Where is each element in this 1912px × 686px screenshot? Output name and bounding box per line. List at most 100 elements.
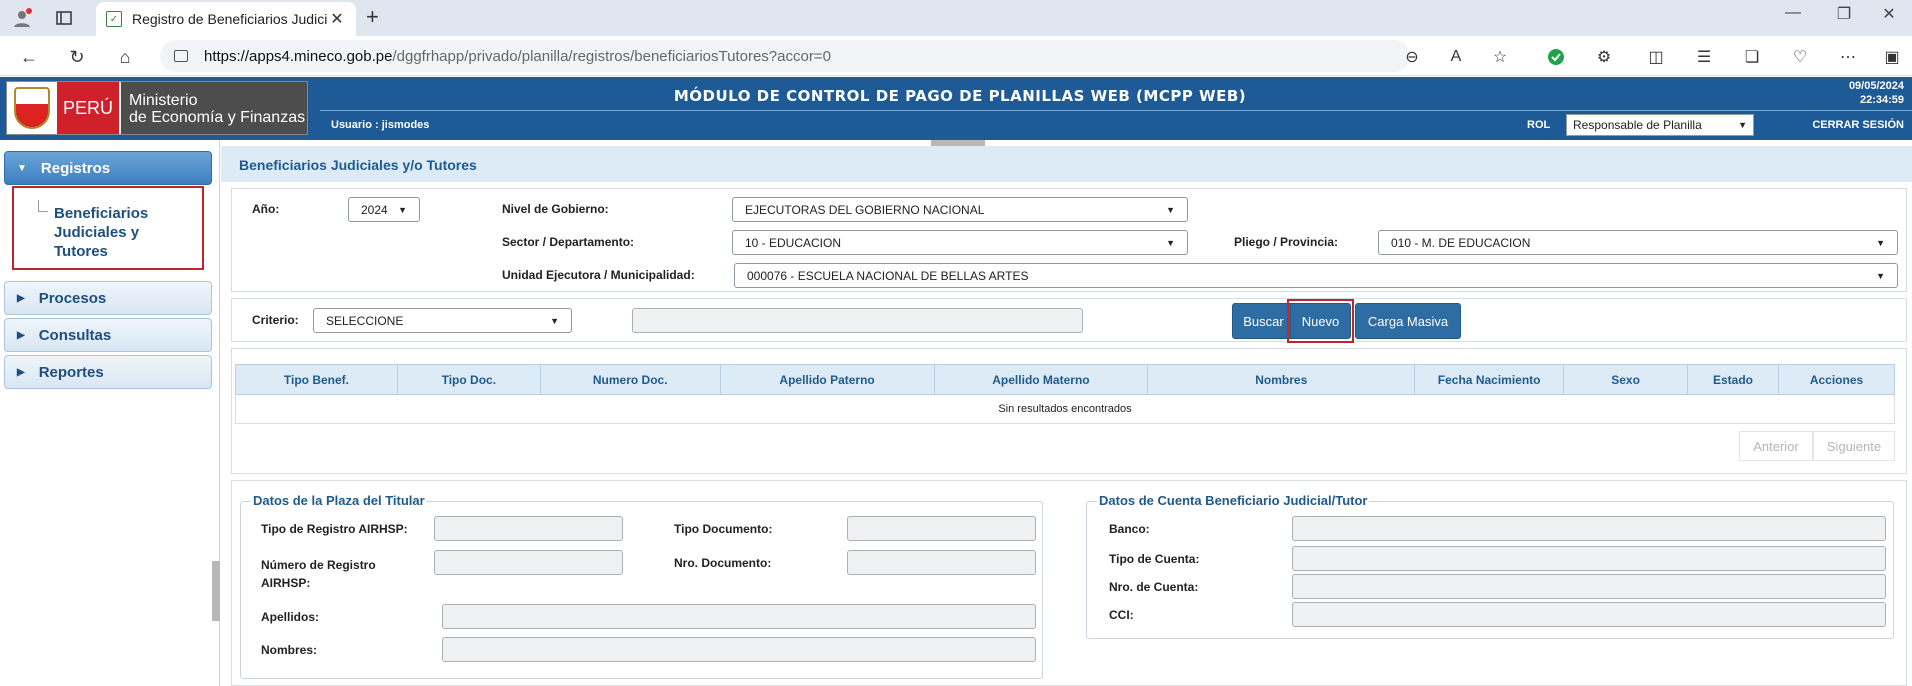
apellidos-input[interactable]	[442, 604, 1036, 629]
banco-input[interactable]	[1292, 516, 1886, 541]
buscar-button[interactable]: Buscar	[1232, 303, 1295, 339]
unidad-label: Unidad Ejecutora / Municipalidad:	[502, 268, 695, 282]
cci-input[interactable]	[1292, 602, 1886, 627]
unidad-value: 000076 - ESCUELA NACIONAL DE BELLAS ARTE…	[747, 268, 1029, 283]
time: 22:34:59	[1859, 94, 1904, 106]
col-tipo-benef[interactable]: Tipo Benef.	[235, 364, 398, 395]
col-estado[interactable]: Estado	[1687, 364, 1779, 395]
nro-documento-label: Nro. Documento:	[674, 556, 772, 570]
pager-prev-button[interactable]: Anterior	[1739, 431, 1813, 461]
favorites-icon[interactable]: ☰	[1692, 45, 1716, 69]
numero-registro-input[interactable]	[434, 550, 623, 575]
criterio-input[interactable]	[632, 308, 1083, 333]
refresh-icon[interactable]: ↻	[64, 44, 90, 70]
col-sexo[interactable]: Sexo	[1563, 364, 1689, 395]
split-screen-icon[interactable]: ◫	[1644, 45, 1668, 69]
search-panel: Criterio: SELECCIONE ▼ Buscar Nuevo Carga…	[231, 298, 1907, 343]
rol-label: ROL	[1527, 119, 1551, 131]
apellidos-label: Apellidos:	[261, 610, 320, 624]
address-bar: ← ↻ ⌂ https://apps4.mineco.gob.pe/dggfrh…	[0, 36, 1912, 76]
rol-select[interactable]: Responsable de Planilla ▼	[1566, 114, 1754, 136]
unidad-select[interactable]: 000076 - ESCUELA NACIONAL DE BELLAS ARTE…	[734, 263, 1898, 288]
app-header: PERÚ Ministerio de Economía y Finanzas M…	[0, 77, 1912, 140]
home-icon[interactable]: ⌂	[112, 44, 138, 70]
anio-label: Año:	[252, 202, 280, 216]
pliego-select[interactable]: 010 - M. DE EDUCACION ▼	[1378, 230, 1898, 255]
app-title: MÓDULO DE CONTROL DE PAGO DE PLANILLAS W…	[673, 87, 1247, 105]
sidebar-item-registros[interactable]: ▼ Registros	[4, 151, 212, 185]
nombres-input[interactable]	[442, 637, 1036, 662]
rol-value: Responsable de Planilla	[1573, 118, 1702, 132]
tab-beneficiarios[interactable]: ✓ Registro de Beneficiarios Judiciale ✕	[96, 2, 356, 36]
details-panel: Datos de la Plaza del Titular Tipo de Re…	[231, 480, 1907, 686]
tipo-cuenta-input[interactable]	[1292, 546, 1886, 571]
plaza-fieldset: Datos de la Plaza del Titular Tipo de Re…	[240, 493, 1043, 679]
sidebar-item-consultas[interactable]: ▶ Consultas	[4, 318, 212, 352]
restore-icon[interactable]: ❐	[1821, 4, 1867, 24]
sidebar-subitem-beneficiarios[interactable]: Beneficiarios Judiciales y Tutores	[12, 186, 204, 270]
pliego-label: Pliego / Provincia:	[1234, 235, 1339, 249]
profile-icon[interactable]	[10, 6, 34, 30]
nro-cuenta-input[interactable]	[1292, 574, 1886, 599]
ministry-line2: de Economía y Finanzas	[129, 109, 306, 126]
table-row: Sin resultados encontrados	[235, 394, 1895, 424]
col-acciones[interactable]: Acciones	[1777, 364, 1896, 395]
numero-registro-label: Número de Registro AIRHSP:	[261, 556, 376, 592]
col-nombres[interactable]: Nombres	[1147, 364, 1416, 395]
anio-value: 2024	[361, 202, 388, 217]
favorite-star-icon[interactable]: ☆	[1488, 45, 1512, 69]
url-input[interactable]: https://apps4.mineco.gob.pe/dggfrhapp/pr…	[160, 40, 1410, 72]
chevron-down-icon: ▼	[1166, 237, 1175, 248]
read-aloud-icon[interactable]: A	[1444, 45, 1468, 69]
sidebar-scrollbar[interactable]	[212, 561, 220, 621]
banco-label: Banco:	[1109, 522, 1150, 536]
anio-select[interactable]: 2024 ▼	[348, 197, 420, 222]
main-content: Beneficiarios Judiciales y/o Tutores Año…	[221, 146, 1912, 686]
criterio-select[interactable]: SELECCIONE ▼	[313, 308, 572, 333]
tipo-documento-input[interactable]	[847, 516, 1036, 541]
nivel-value: EJECUTORAS DEL GOBIERNO NACIONAL	[745, 202, 985, 217]
extensions-icon[interactable]: ⚙	[1592, 45, 1616, 69]
ministry-logo: PERÚ Ministerio de Economía y Finanzas	[6, 81, 308, 135]
lock-icon	[174, 50, 188, 62]
col-apellido-materno[interactable]: Apellido Materno	[933, 364, 1149, 395]
url-host: https://apps4.mineco.gob.pe	[204, 47, 393, 65]
tree-connector	[38, 200, 48, 212]
collections-icon[interactable]: ❏	[1740, 45, 1764, 69]
logout-link[interactable]: CERRAR SESIÓN	[1812, 119, 1904, 131]
new-tab-icon[interactable]: +	[366, 4, 379, 30]
header-divider	[320, 110, 1912, 111]
close-icon[interactable]: ✕	[328, 9, 346, 29]
more-menu-icon[interactable]: ⋯	[1836, 45, 1860, 69]
nro-documento-input[interactable]	[847, 550, 1036, 575]
back-icon[interactable]: ←	[16, 44, 42, 70]
zoom-out-icon[interactable]: ⊖	[1400, 45, 1424, 69]
col-fecha-nacimiento[interactable]: Fecha Nacimiento	[1414, 364, 1565, 395]
tipo-registro-input[interactable]	[434, 516, 623, 541]
tipo-documento-label: Tipo Documento:	[674, 522, 773, 536]
chevron-down-icon: ▼	[550, 315, 559, 326]
col-tipo-doc[interactable]: Tipo Doc.	[396, 364, 541, 395]
nuevo-button[interactable]: Nuevo	[1290, 303, 1351, 339]
carga-masiva-button[interactable]: Carga Masiva	[1355, 303, 1461, 339]
subitem-line1: Beneficiarios	[54, 205, 149, 222]
subitem-line3: Tutores	[54, 243, 108, 260]
sidebar-item-procesos[interactable]: ▶ Procesos	[4, 281, 212, 315]
numero-registro-line1: Número de Registro	[261, 558, 376, 572]
minimize-icon[interactable]: —	[1770, 4, 1816, 22]
sidebar-item-reportes[interactable]: ▶ Reportes	[4, 355, 212, 389]
sector-label: Sector / Departamento:	[502, 235, 635, 249]
tab-actions-icon[interactable]	[52, 6, 76, 30]
sector-select[interactable]: 10 - EDUCACION ▼	[732, 230, 1188, 255]
pager-next-button[interactable]: Siguiente	[1813, 431, 1895, 461]
col-apellido-paterno[interactable]: Apellido Paterno	[719, 364, 935, 395]
sidebar-toggle-icon[interactable]: ▣	[1880, 45, 1904, 69]
table-header-row: Tipo Benef. Tipo Doc. Numero Doc. Apelli…	[235, 364, 1896, 395]
sidebar-item-label: Consultas	[38, 326, 112, 344]
nivel-select[interactable]: EJECUTORAS DEL GOBIERNO NACIONAL ▼	[732, 197, 1188, 222]
col-numero-doc[interactable]: Numero Doc.	[539, 364, 721, 395]
window-close-icon[interactable]: ✕	[1866, 4, 1912, 24]
cci-label: CCI:	[1109, 608, 1134, 622]
extension-check-icon[interactable]	[1544, 45, 1568, 69]
browser-essentials-icon[interactable]: ♡	[1788, 45, 1812, 69]
